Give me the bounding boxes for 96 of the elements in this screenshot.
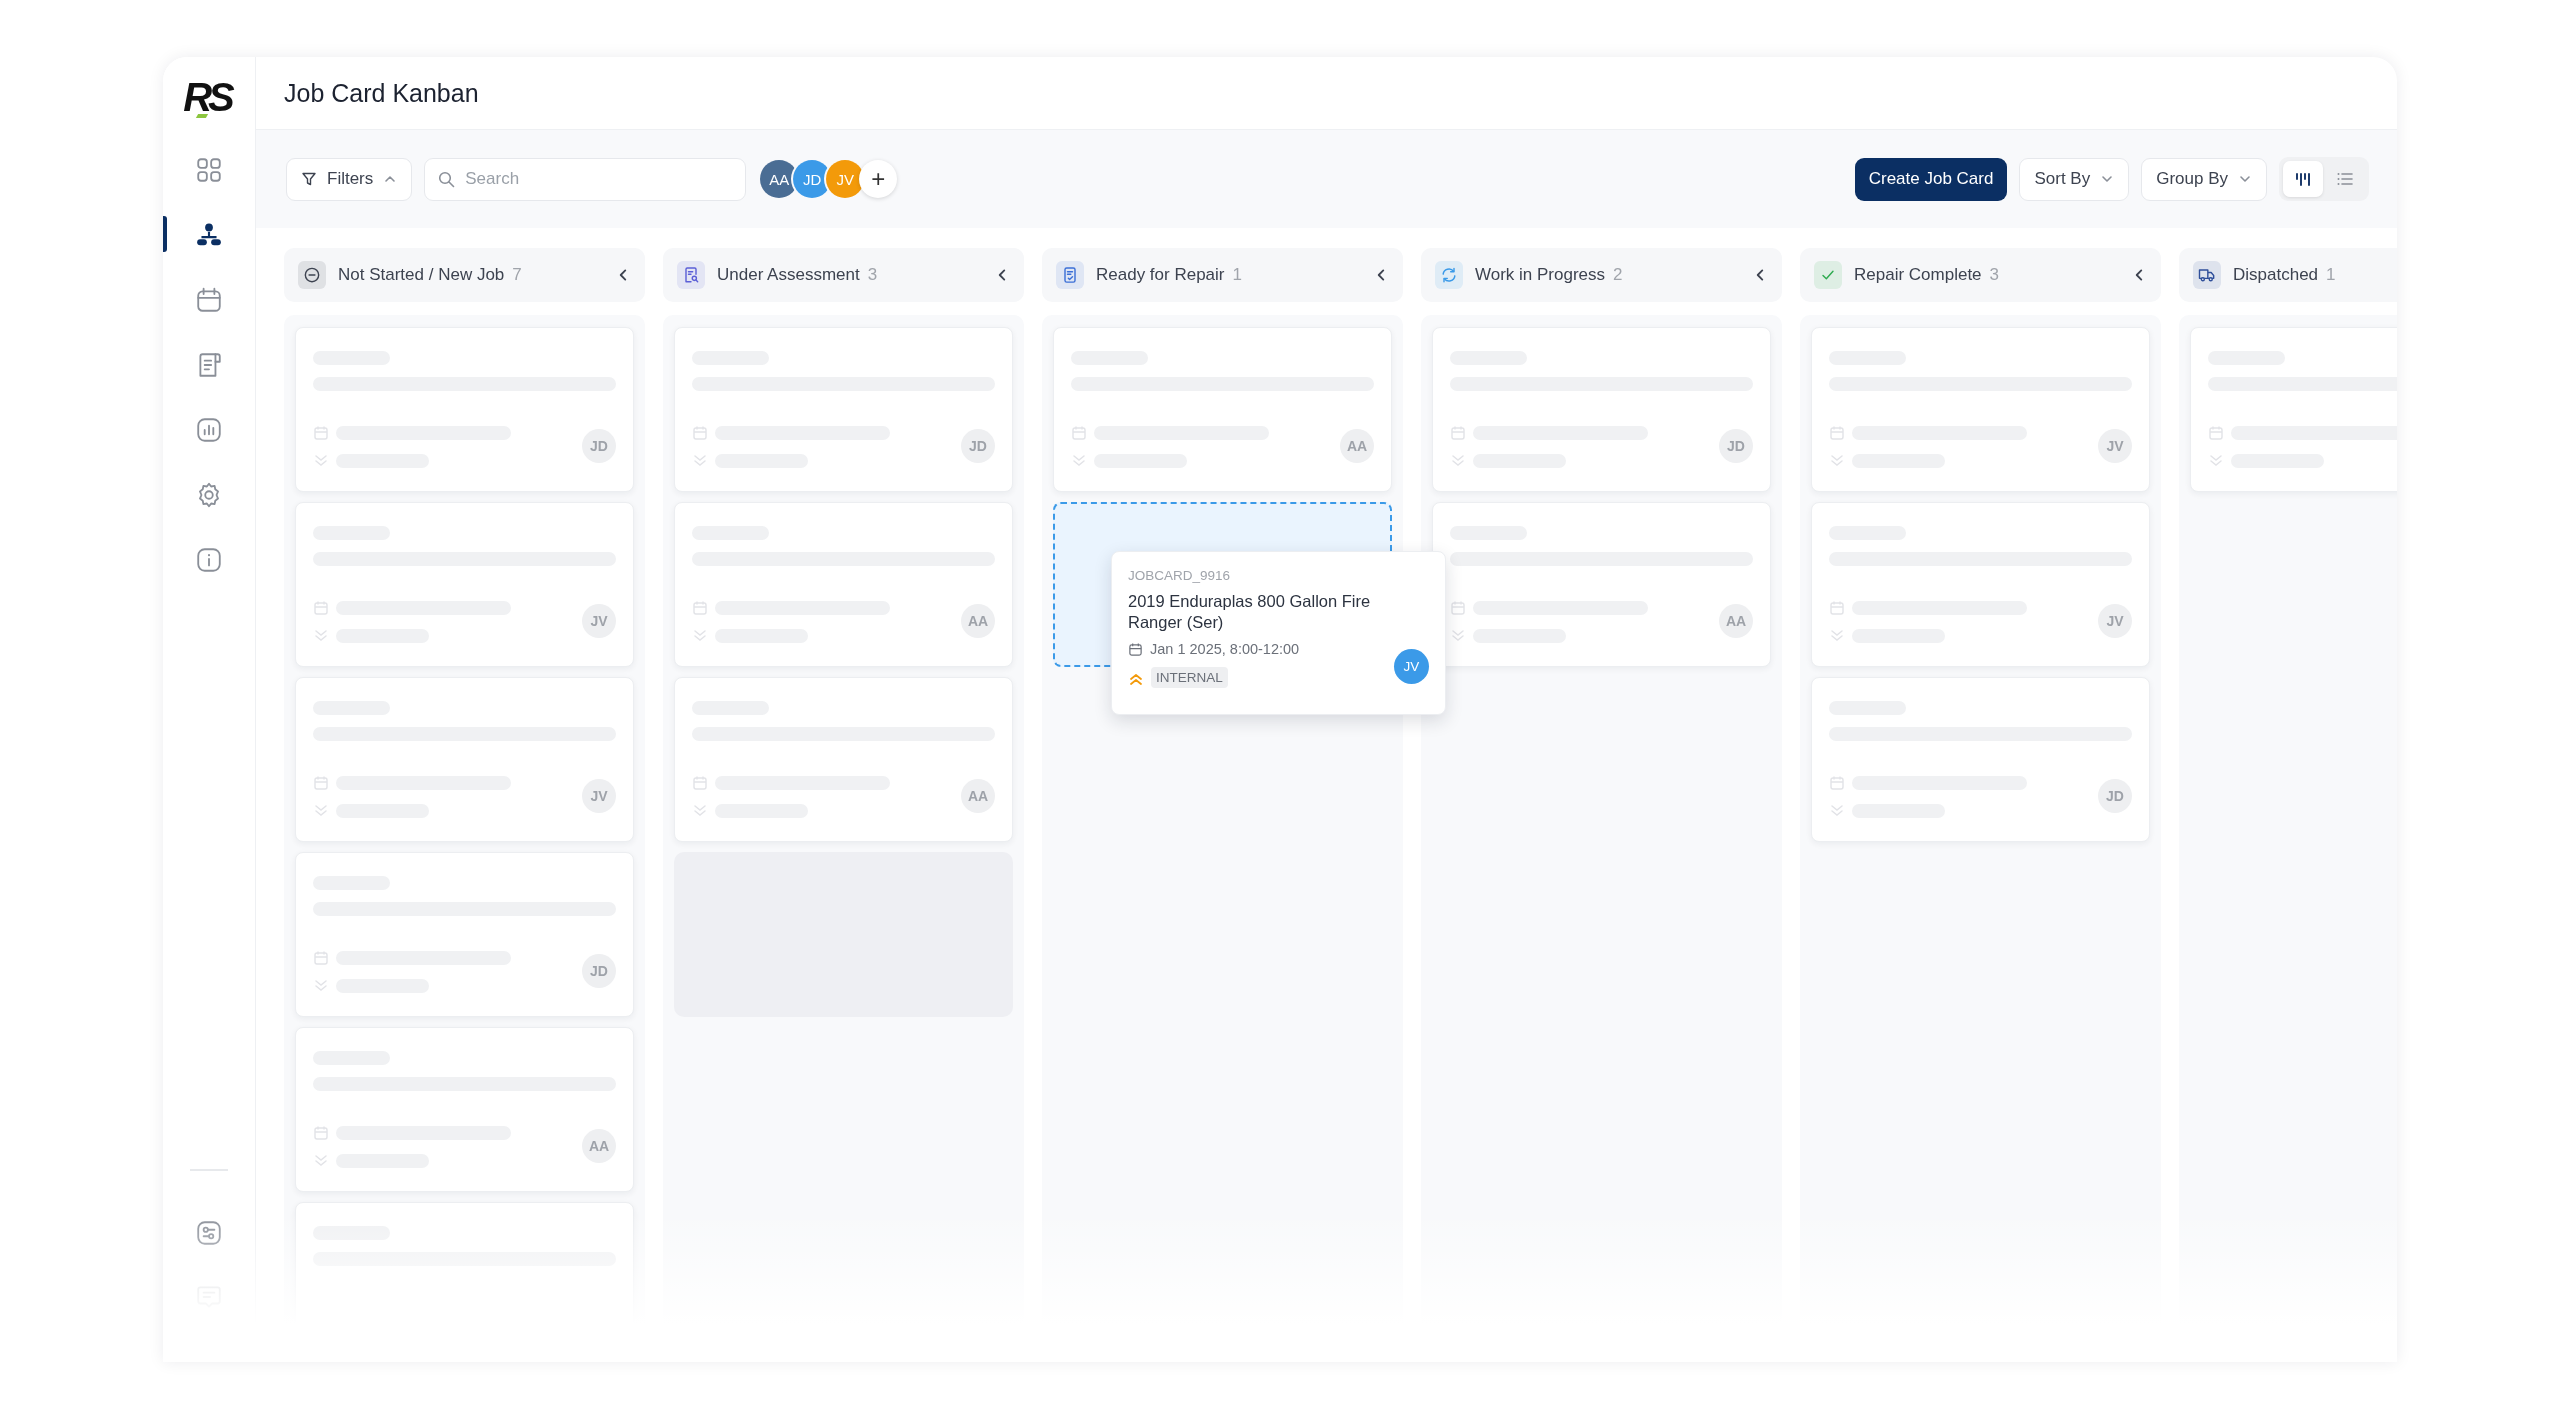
job-card[interactable]: JOBCARD_9916 2019 Enduraplas 800 Gallon Fire Ranger (Ser) Jan 1 2025, 8:00-12:00 INTERNAL JV xyxy=(1111,551,1446,715)
sliders-icon[interactable] xyxy=(195,1219,223,1247)
chevrons-down-icon xyxy=(1829,803,1845,819)
logo[interactable]: RS xyxy=(183,77,235,117)
card-count: 2 xyxy=(1613,265,1623,285)
chevrons-down-icon xyxy=(1829,453,1845,469)
loading-card[interactable]: AA xyxy=(1432,502,1771,667)
avatar: JD xyxy=(582,429,616,463)
calendar-icon xyxy=(1128,641,1143,657)
schedule: Jan 1 2025, 8:00-12:00 xyxy=(1150,641,1300,657)
loading-card[interactable]: AA xyxy=(295,1027,634,1192)
calendar-icon xyxy=(1829,600,1845,616)
group-button[interactable]: Group By xyxy=(2141,157,2267,201)
info-icon[interactable] xyxy=(195,545,223,574)
job-title: 2019 Enduraplas 800 Gallon Fire Ranger (Ser) xyxy=(1128,591,1372,633)
chevrons-down-icon xyxy=(2208,453,2224,469)
calendar-icon xyxy=(313,1125,329,1141)
calendar-icon[interactable] xyxy=(195,285,223,314)
avatar: AA xyxy=(961,604,995,638)
calendar-icon xyxy=(1829,775,1845,791)
loading-card[interactable]: JV xyxy=(1811,327,2150,492)
avatar: JV xyxy=(2098,429,2132,463)
calendar-icon xyxy=(692,425,708,441)
search-icon xyxy=(438,170,456,188)
loading-card[interactable]: JD xyxy=(1811,677,2150,842)
page-title: Job Card Kanban xyxy=(284,78,479,108)
job-id: JOBCARD_9916 xyxy=(1128,568,1232,583)
chevrons-down-icon xyxy=(1829,628,1845,644)
list-view-icon xyxy=(2336,171,2354,187)
calendar-icon xyxy=(1829,425,1845,441)
card-count: 7 xyxy=(512,265,522,285)
chevrons-down-icon xyxy=(692,803,708,819)
column-title: Work in Progress xyxy=(1475,265,1606,285)
column-title: Not Started / New Job xyxy=(338,265,505,285)
avatar: JV xyxy=(582,779,616,813)
column-title: Dispatched xyxy=(2233,265,2319,285)
loading-card[interactable]: AA xyxy=(674,677,1013,842)
card-count: 1 xyxy=(1232,265,1242,285)
chevrons-down-icon xyxy=(313,628,329,644)
calendar-icon xyxy=(692,600,708,616)
avatar: JV xyxy=(582,604,616,638)
loading-card[interactable]: JD xyxy=(295,852,634,1017)
loading-card[interactable]: JD xyxy=(295,327,634,492)
card-count: 1 xyxy=(2326,265,2336,285)
avatar: JD xyxy=(961,429,995,463)
avatar: JD xyxy=(1719,429,1753,463)
search-field[interactable]: Search xyxy=(424,157,747,201)
create-job-card-button[interactable]: Create Job Card xyxy=(1854,157,2008,201)
board-view-icon xyxy=(2294,171,2312,187)
chevrons-down-icon xyxy=(313,453,329,469)
avatar: JV xyxy=(2098,604,2132,638)
filters-button[interactable]: Filters xyxy=(286,157,413,201)
calendar-icon xyxy=(313,600,329,616)
avatar: JD xyxy=(582,954,616,988)
avatar: AA xyxy=(961,779,995,813)
chevrons-down-icon xyxy=(313,803,329,819)
loading-card[interactable]: AA xyxy=(1053,327,1392,492)
loading-card[interactable]: JD xyxy=(674,327,1013,492)
chevrons-down-icon xyxy=(313,1153,329,1169)
column-title: Ready for Repair xyxy=(1096,265,1225,285)
calendar-icon xyxy=(2208,425,2224,441)
avatar: AA xyxy=(582,1129,616,1163)
calendar-icon xyxy=(1450,600,1466,616)
avatar: AA xyxy=(1340,429,1374,463)
sort-button[interactable]: Sort By xyxy=(2019,157,2130,201)
loading-card[interactable]: JV xyxy=(295,502,634,667)
loading-card[interactable]: JV xyxy=(295,677,634,842)
chevrons-down-icon xyxy=(692,453,708,469)
avatar: AA xyxy=(1719,604,1753,638)
chart-icon[interactable] xyxy=(195,415,223,444)
loading-card[interactable]: AA xyxy=(674,502,1013,667)
calendar-icon xyxy=(692,775,708,791)
calendar-icon xyxy=(313,775,329,791)
card-count: 3 xyxy=(867,265,878,285)
add-button[interactable]: + xyxy=(859,160,898,198)
calendar-icon xyxy=(1450,425,1466,441)
card-count: 3 xyxy=(1989,265,2000,285)
calendar-icon xyxy=(1071,425,1087,441)
loading-card[interactable]: JD xyxy=(1432,327,1771,492)
calendar-icon xyxy=(313,950,329,966)
chevrons-down-icon xyxy=(1071,453,1087,469)
chevrons-down-icon xyxy=(1450,453,1466,469)
column-title: Repair Complete xyxy=(1854,265,1982,285)
view-button[interactable] xyxy=(2283,161,2323,197)
loading-card[interactable]: JV xyxy=(1811,502,2150,667)
chevrons-down-icon xyxy=(313,978,329,994)
calendar-icon xyxy=(313,425,329,441)
avatar[interactable]: JV xyxy=(826,160,865,198)
tag: INTERNAL xyxy=(1151,667,1228,688)
avatar: JV xyxy=(1394,649,1429,684)
grid-icon[interactable] xyxy=(195,155,223,184)
column-title: Under Assessment xyxy=(717,265,860,285)
avatar: JD xyxy=(2098,779,2132,813)
chevrons-down-icon xyxy=(692,628,708,644)
chevrons-down-icon xyxy=(1450,628,1466,644)
filter-icon xyxy=(301,171,317,187)
